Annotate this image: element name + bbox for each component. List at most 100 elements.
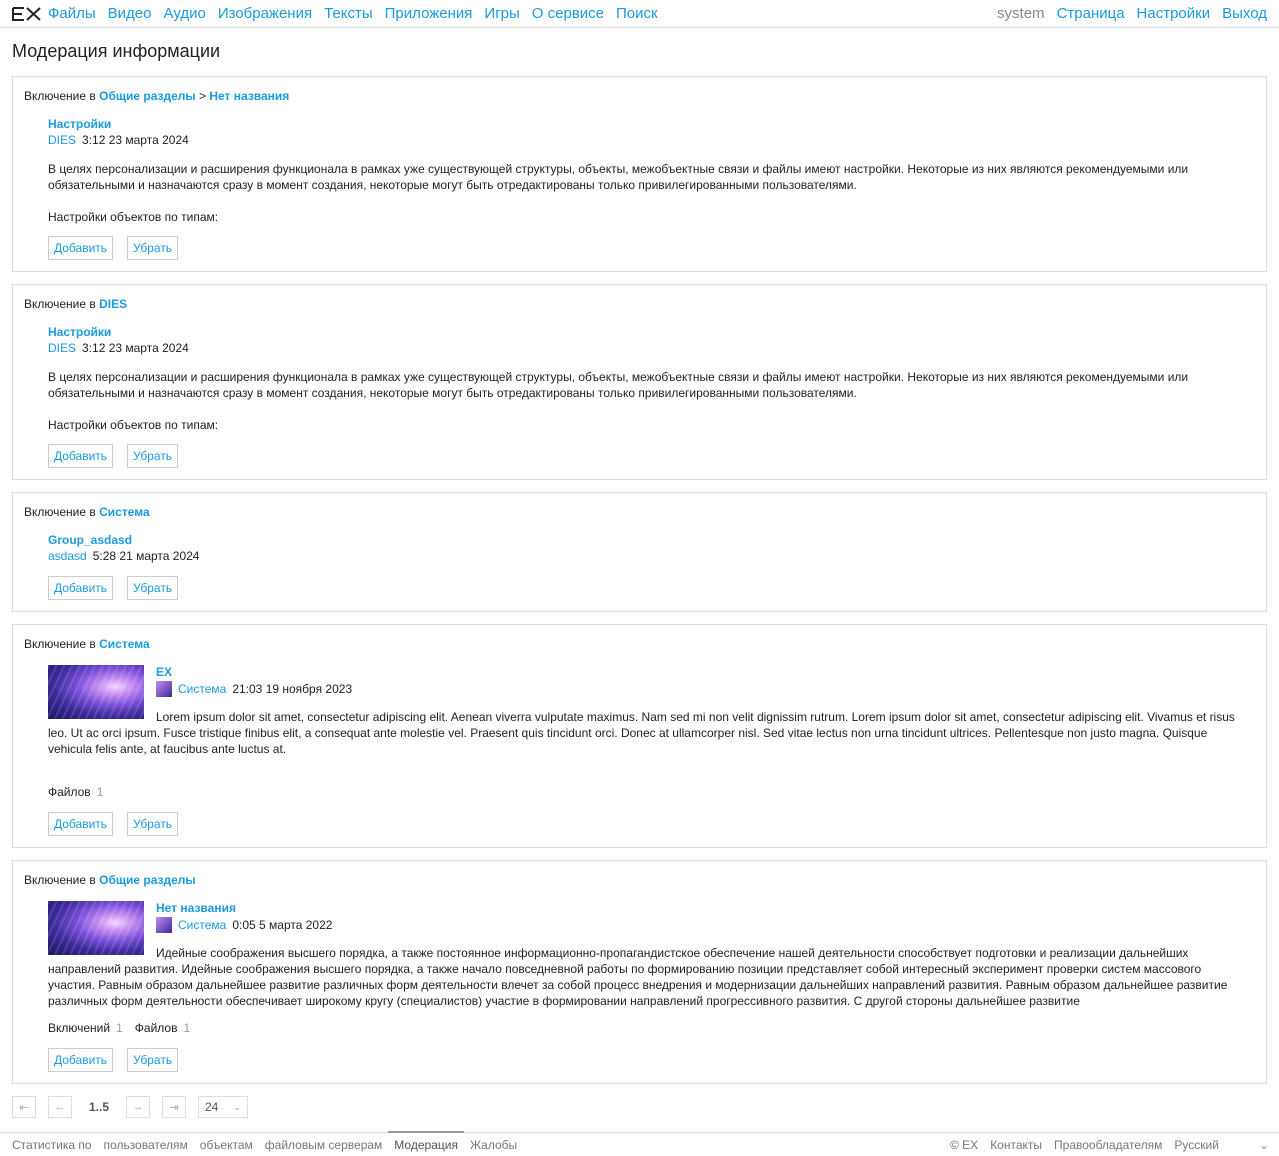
object-description: В целях персонализации и расширения функ…: [48, 370, 1189, 400]
footer-file-servers[interactable]: файловым серверам: [265, 1138, 383, 1152]
current-user: system: [997, 5, 1045, 22]
moderation-card: Включение в Система EX Система 21:03 19 …: [12, 624, 1267, 848]
footer-objects[interactable]: объектам: [200, 1138, 253, 1152]
add-button[interactable]: Добавить: [48, 812, 114, 836]
add-button[interactable]: Добавить: [48, 236, 114, 260]
footer-moderation[interactable]: Модерация: [388, 1130, 464, 1152]
nav-audio[interactable]: Аудио: [164, 5, 206, 22]
remove-button[interactable]: Убрать: [127, 444, 179, 468]
page-title: Модерация информации: [12, 41, 221, 61]
inclusions-count: 1: [116, 1021, 123, 1035]
nav-video[interactable]: Видео: [108, 5, 152, 22]
footer-stats-label: Статистика по: [12, 1137, 92, 1152]
per-page-select[interactable]: 24 ⌄: [198, 1096, 248, 1118]
object-meta: asdasd 5:28 21 марта 2024: [48, 549, 199, 563]
timestamp: 3:12 23 марта 2024: [82, 341, 189, 355]
footer: Статистика по пользователям объектам фай…: [0, 1130, 1279, 1156]
include-label: Включение в: [24, 637, 96, 651]
add-button[interactable]: Добавить: [48, 576, 114, 600]
object-description: Идейные соображения высшего порядка, а т…: [48, 946, 1228, 1008]
last-page-icon[interactable]: ⇥: [162, 1096, 186, 1118]
language-select[interactable]: Русский: [1174, 1138, 1219, 1152]
moderation-card: Включение в DIES Настройки DIES 3:12 23 …: [12, 284, 1267, 480]
footer-users[interactable]: пользователям: [104, 1138, 188, 1152]
target-link-2[interactable]: Нет названия: [209, 89, 289, 103]
object-title[interactable]: Group_asdasd: [48, 533, 132, 547]
nav-page[interactable]: Страница: [1057, 5, 1125, 22]
moderation-card: Включение в Общие разделы Нет названия С…: [12, 860, 1267, 1084]
object-meta: Система 0:05 5 марта 2022: [156, 917, 332, 933]
object-meta: DIES 3:12 23 марта 2024: [48, 133, 189, 147]
nav-texts[interactable]: Тексты: [324, 5, 373, 22]
footer-copyright: © EX: [950, 1137, 979, 1152]
inclusions-label: Включений: [48, 1021, 111, 1035]
remove-button[interactable]: Убрать: [127, 236, 179, 260]
object-description: Lorem ipsum dolor sit amet, consectetur …: [48, 710, 1235, 756]
nav-images[interactable]: Изображения: [218, 5, 312, 22]
files-label: Файлов: [134, 1021, 178, 1035]
nav-games[interactable]: Игры: [484, 5, 519, 22]
nav-files[interactable]: Файлы: [48, 5, 96, 22]
inclusion-line: Включение в Общие разделы: [24, 873, 196, 887]
counts: Файлов 1: [48, 785, 115, 799]
target-link[interactable]: Общие разделы: [99, 873, 196, 887]
nav-settings[interactable]: Настройки: [1137, 5, 1211, 22]
add-button[interactable]: Добавить: [48, 444, 114, 468]
author-avatar: [156, 917, 172, 933]
author-link[interactable]: Система: [178, 918, 226, 932]
top-navigation: Файлы Видео Аудио Изображения Тексты При…: [0, 0, 1279, 28]
inclusion-line: Включение в Общие разделы > Нет названия: [24, 89, 289, 103]
target-link[interactable]: Общие разделы: [99, 89, 196, 103]
object-meta: Система 21:03 19 ноября 2023: [156, 681, 352, 697]
object-title[interactable]: Настройки: [48, 117, 111, 131]
footer-complaints[interactable]: Жалобы: [470, 1138, 517, 1152]
inclusion-line: Включение в DIES: [24, 297, 127, 311]
nav-about[interactable]: О сервисе: [532, 5, 604, 22]
nav-search[interactable]: Поиск: [616, 5, 658, 22]
nav-logout[interactable]: Выход: [1222, 5, 1267, 22]
breadcrumb-separator: >: [199, 89, 207, 103]
target-link[interactable]: DIES: [99, 297, 127, 311]
next-page-icon[interactable]: →: [126, 1096, 150, 1118]
moderation-card: Включение в Общие разделы > Нет названия…: [12, 76, 1267, 272]
page-range[interactable]: 1..5: [84, 1100, 114, 1114]
logo[interactable]: [12, 6, 42, 21]
moderation-card: Включение в Система Group_asdasd asdasd …: [12, 492, 1267, 612]
object-title[interactable]: Настройки: [48, 325, 111, 339]
inclusion-line: Включение в Система: [24, 637, 150, 651]
prev-page-icon[interactable]: ←: [48, 1096, 72, 1118]
add-button[interactable]: Добавить: [48, 1048, 114, 1072]
timestamp: 3:12 23 марта 2024: [82, 133, 189, 147]
chevron-down-icon[interactable]: ⌄: [1259, 1138, 1269, 1152]
target-link[interactable]: Система: [99, 637, 150, 651]
include-label: Включение в: [24, 297, 96, 311]
remove-button[interactable]: Убрать: [127, 576, 179, 600]
timestamp: 21:03 19 ноября 2023: [232, 682, 353, 696]
include-label: Включение в: [24, 89, 96, 103]
timestamp: 5:28 21 марта 2024: [92, 549, 200, 563]
settings-by-type-label: Настройки объектов по типам:: [48, 210, 219, 224]
first-page-icon[interactable]: ⇤: [12, 1096, 36, 1118]
object-description: В целях персонализации и расширения функ…: [48, 162, 1189, 192]
author-avatar: [156, 681, 172, 697]
chevron-down-icon: ⌄: [233, 1101, 241, 1112]
target-link[interactable]: Система: [99, 505, 150, 519]
author-link[interactable]: DIES: [48, 341, 76, 355]
remove-button[interactable]: Убрать: [127, 1048, 179, 1072]
remove-button[interactable]: Убрать: [127, 812, 179, 836]
author-link[interactable]: Система: [178, 682, 226, 696]
include-label: Включение в: [24, 873, 96, 887]
pagination: ⇤ ← 1..5 → ⇥ 24 ⌄: [12, 1096, 248, 1118]
object-meta: DIES 3:12 23 марта 2024: [48, 341, 189, 355]
per-page-value: 24: [205, 1100, 219, 1114]
object-title[interactable]: Нет названия: [156, 901, 236, 915]
object-title[interactable]: EX: [156, 665, 172, 679]
author-link[interactable]: asdasd: [48, 549, 87, 563]
include-label: Включение в: [24, 505, 96, 519]
footer-contacts[interactable]: Контакты: [990, 1138, 1042, 1152]
author-link[interactable]: DIES: [48, 133, 76, 147]
footer-rightholders[interactable]: Правообладателям: [1054, 1138, 1162, 1152]
files-label: Файлов: [48, 785, 91, 799]
settings-by-type-label: Настройки объектов по типам:: [48, 418, 219, 432]
nav-apps[interactable]: Приложения: [385, 5, 473, 22]
